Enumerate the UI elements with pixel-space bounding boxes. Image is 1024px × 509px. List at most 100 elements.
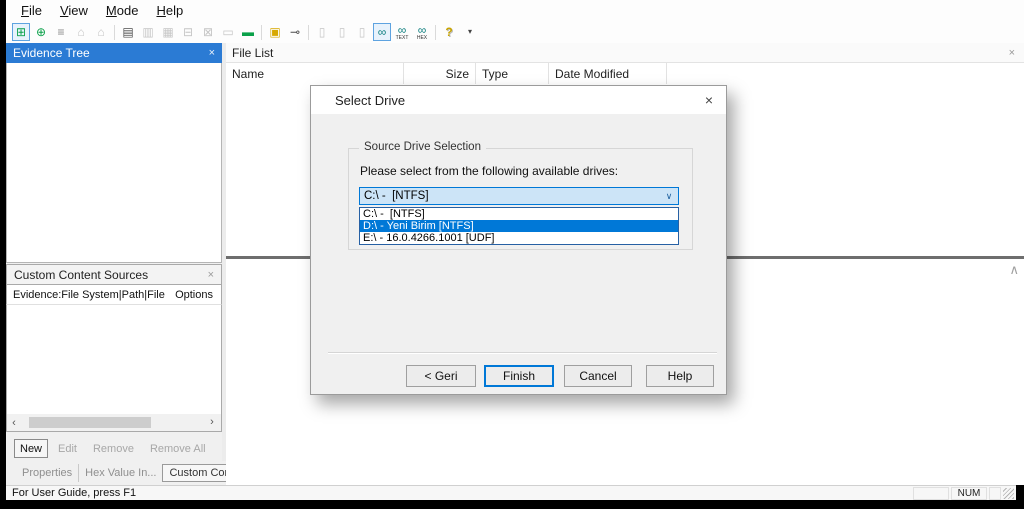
new-document-icon: ▯ [313, 23, 331, 41]
scrollbar-thumb[interactable] [29, 417, 151, 428]
hex-view-mode-icon[interactable]: ∞ HEX [413, 23, 431, 41]
toolbar: ⊞ ⊕ ≡ ⌂ ⌂ ▤ ▥ ▦ ⊟ ⊠ ▭ ▬ ▣ ⊸ ▯ ▯ ▯ ∞ ∞ TE… [6, 21, 1024, 43]
toolbar-separator [261, 25, 262, 40]
dialog-title: Select Drive [335, 93, 405, 108]
scroll-right-icon[interactable]: › [205, 414, 219, 430]
file-list-close-icon[interactable]: × [1009, 47, 1015, 59]
detect-efs-encryption-icon[interactable]: ⊸ [286, 23, 304, 41]
menu-file[interactable]: File [12, 0, 51, 21]
status-message: For User Guide, press F1 [6, 487, 913, 499]
drive-option-e[interactable]: E:\ - 16.0.4266.1001 [UDF] [360, 232, 678, 244]
chevron-down-icon[interactable]: ∨ [660, 191, 678, 202]
tab-custom-content[interactable]: Custom Con... [162, 464, 226, 482]
status-pane-3 [989, 487, 1001, 500]
image-mounting-icon[interactable]: ≡ [52, 23, 70, 41]
tab-hex-value-interpreter[interactable]: Hex Value In... [78, 464, 162, 482]
select-drive-dialog: Select Drive × Source Drive Selection Pl… [310, 85, 727, 395]
obtain-protected-files-icon[interactable]: ▣ [266, 23, 284, 41]
status-bar: For User Guide, press F1 NUM [6, 485, 1024, 500]
help-button[interactable]: Help [646, 365, 714, 387]
custom-content-header-label: Evidence:File System|Path|File [13, 289, 165, 301]
toolbar-overflow-icon[interactable]: ▾ [461, 23, 479, 41]
export-file-hash-list-icon: ▦ [159, 23, 177, 41]
menu-file-label: File [21, 3, 42, 18]
toolbar-separator [435, 25, 436, 40]
text-view-sub-label: TEXT [396, 36, 409, 41]
custom-content-hscrollbar[interactable]: ‹ › [6, 414, 222, 432]
help-icon[interactable]: ? [440, 23, 458, 41]
menu-bar: File View Mode Help [6, 0, 1024, 21]
text-view-mode-icon[interactable]: ∞ TEXT [393, 23, 411, 41]
custom-content-close-icon[interactable]: × [208, 269, 214, 281]
dialog-close-icon[interactable]: × [705, 92, 713, 108]
menu-mode[interactable]: Mode [97, 0, 148, 21]
drive-dropdown-list: C:\ - [NTFS] D:\ - Yeni Birim [NTFS] E:\… [359, 207, 679, 245]
create-disk-image-icon[interactable]: ▤ [119, 23, 137, 41]
finish-button[interactable]: Finish [484, 365, 554, 387]
menu-view[interactable]: View [51, 0, 97, 21]
column-header-type[interactable]: Type [476, 63, 549, 84]
scroll-left-icon[interactable]: ‹ [7, 415, 21, 431]
remove-button: Remove [87, 439, 140, 458]
evidence-tree-title: Evidence Tree [13, 46, 90, 60]
edit-button: Edit [52, 439, 83, 458]
bottom-tab-bar: Properties Hex Value In... Custom Con... [6, 461, 226, 485]
dialog-titlebar: Select Drive × [311, 86, 726, 114]
custom-content-list[interactable] [6, 305, 222, 414]
dialog-separator [328, 352, 717, 354]
create-custom-content-image-icon: ⊠ [199, 23, 217, 41]
menu-help[interactable]: Help [147, 0, 192, 21]
drive-option-c[interactable]: C:\ - [NTFS] [360, 208, 678, 220]
custom-content-header: Evidence:File System|Path|File Options [6, 285, 222, 305]
ftk-imager-screen: File View Mode Help ⊞ ⊕ ≡ ⌂ ⌂ ▤ ▥ ▦ ⊟ ⊠ … [0, 0, 1024, 509]
source-drive-selection-group: Source Drive Selection Please select fro… [348, 148, 693, 250]
menu-mode-label: Mode [106, 3, 139, 18]
dialog-body: Source Drive Selection Please select fro… [311, 114, 726, 396]
group-label: Source Drive Selection [359, 141, 486, 153]
custom-content-options-label: Options [175, 289, 213, 301]
custom-content-buttons: New Edit Remove Remove All Create Image [6, 436, 222, 461]
drive-combobox-value: C:\ - [NTFS] [360, 190, 660, 202]
back-button[interactable]: < Geri [406, 365, 476, 387]
file-list-titlebar: File List × [226, 43, 1024, 63]
new-button[interactable]: New [14, 439, 48, 458]
file-list-title: File List [232, 46, 273, 60]
drive-select-prompt: Please select from the following availab… [360, 164, 618, 178]
remove-evidence-item-icon: ⌂ [72, 23, 90, 41]
decrypt-ad1-image-icon: ▭ [219, 23, 237, 41]
menu-help-label: Help [156, 3, 183, 18]
add-evidence-item-icon[interactable]: ⊞ [12, 23, 30, 41]
screen-corner [1016, 485, 1024, 500]
toolbar-separator [114, 25, 115, 40]
column-header-size[interactable]: Size [404, 63, 476, 84]
tab-properties[interactable]: Properties [16, 464, 78, 482]
resize-grip[interactable] [1003, 488, 1014, 499]
open-document-icon: ▯ [333, 23, 351, 41]
drive-combobox[interactable]: C:\ - [NTFS] ∨ [359, 187, 679, 205]
file-list-header: Name Size Type Date Modified [226, 63, 1024, 84]
auto-view-mode-icon[interactable]: ∞ [373, 23, 391, 41]
column-header-date-modified[interactable]: Date Modified [549, 63, 667, 84]
save-document-icon: ▯ [353, 23, 371, 41]
capture-memory-icon[interactable]: ▬ [239, 23, 257, 41]
export-disk-image-icon: ▥ [139, 23, 157, 41]
cancel-button[interactable]: Cancel [564, 365, 632, 387]
remove-all-button: Remove All [144, 439, 212, 458]
create-image-button: Create Image [216, 439, 222, 458]
app-window: File View Mode Help ⊞ ⊕ ≡ ⌂ ⌂ ▤ ▥ ▦ ⊟ ⊠ … [6, 0, 1024, 500]
text-view-glasses-glyph: ∞ [398, 24, 407, 36]
evidence-tree-content[interactable] [6, 63, 222, 263]
remove-all-evidence-items-icon: ⌂ [92, 23, 110, 41]
status-pane-1 [913, 487, 949, 500]
hex-view-glasses-glyph: ∞ [418, 24, 427, 36]
toolbar-separator [308, 25, 309, 40]
drive-option-d[interactable]: D:\ - Yeni Birim [NTFS] [360, 220, 678, 232]
column-header-name[interactable]: Name [226, 63, 404, 84]
status-num-indicator: NUM [951, 487, 987, 500]
evidence-tree-titlebar: Evidence Tree × [6, 43, 222, 63]
add-to-custom-content-image-icon: ⊟ [179, 23, 197, 41]
custom-content-title: Custom Content Sources [14, 268, 148, 282]
evidence-tree-close-icon[interactable]: × [209, 47, 215, 59]
add-all-attached-devices-icon[interactable]: ⊕ [32, 23, 50, 41]
scroll-up-icon[interactable]: ∧ [1009, 262, 1019, 278]
